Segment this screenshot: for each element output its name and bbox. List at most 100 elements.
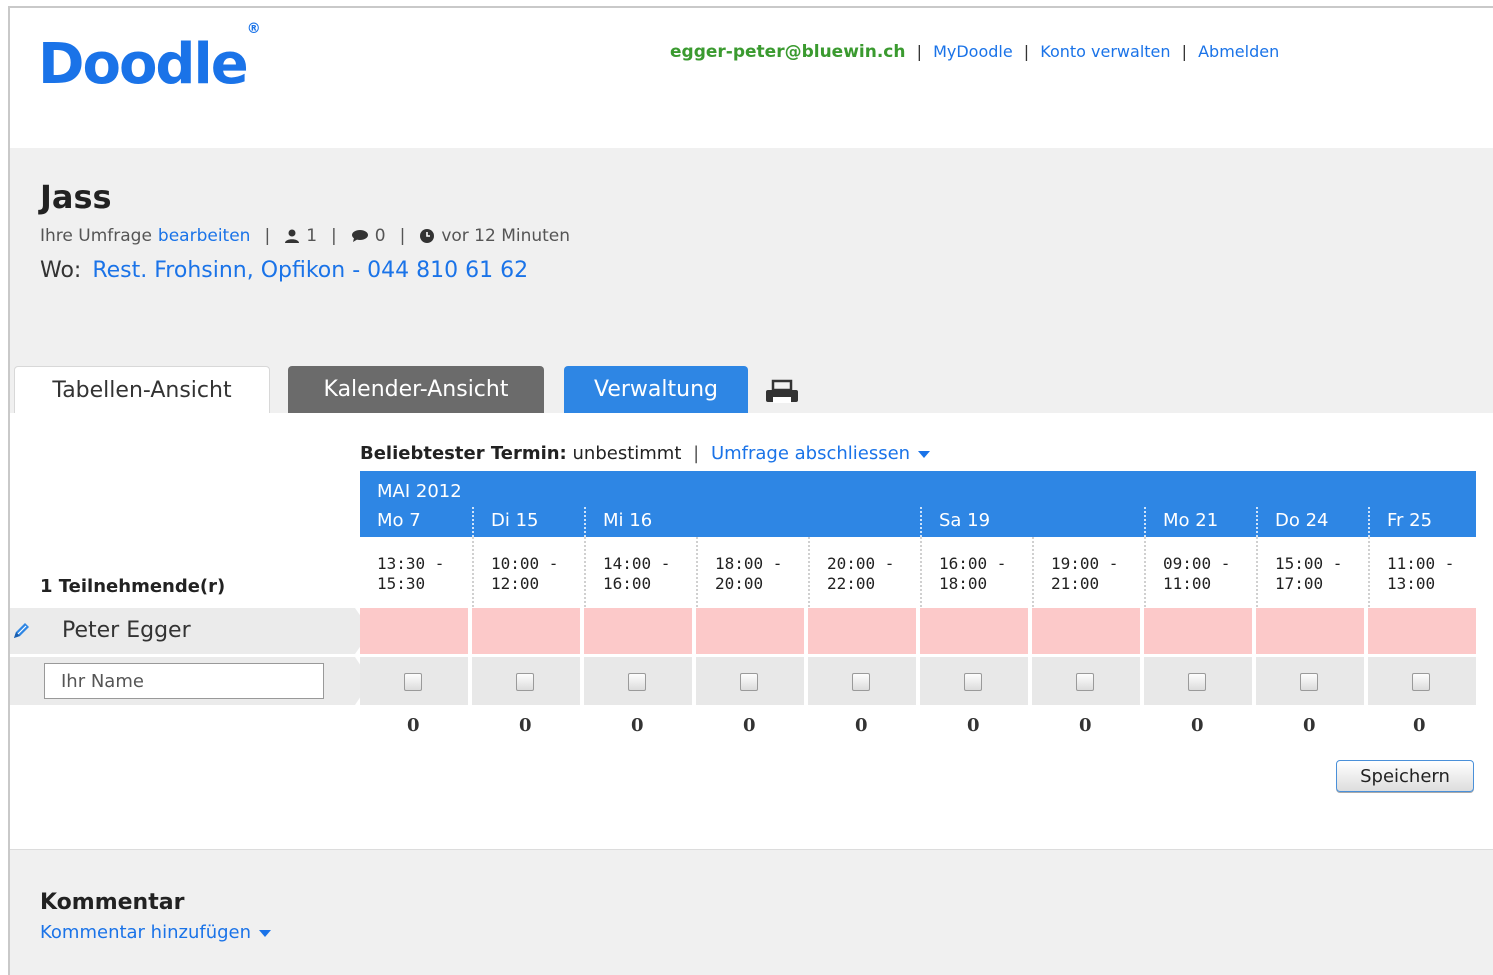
slot-start: 20:00 - <box>827 554 895 573</box>
month-header: MAI 2012 Mo 7 Di 15 Mi 16 Sa 19 Mo 21 Do… <box>360 471 1476 537</box>
vote-count: 0 <box>855 715 868 736</box>
doodle-logo[interactable]: Doodle® <box>38 21 261 97</box>
slot-start: 09:00 - <box>1163 554 1231 573</box>
edit-poll-link[interactable]: bearbeiten <box>158 226 251 246</box>
comments-section: Kommentar Kommentar hinzufügen <box>10 849 1493 975</box>
vote-option-cell <box>696 657 804 705</box>
vote-option-cell <box>360 657 468 705</box>
day-headers: Mo 7 Di 15 Mi 16 Sa 19 Mo 21 Do 24 Fr 25 <box>360 507 1476 537</box>
chevron-down-icon[interactable] <box>918 450 931 458</box>
add-comment-link[interactable]: Kommentar hinzufügen <box>40 922 272 943</box>
name-input[interactable] <box>44 663 324 699</box>
vote-count: 0 <box>407 715 420 736</box>
vote-count: 0 <box>1303 715 1316 736</box>
chevron-down-icon <box>259 929 272 937</box>
month-label: MAI 2012 <box>377 481 462 502</box>
poll-info: Jass Ihre Umfrage bearbeiten | 1 | 0 | v… <box>10 148 1493 414</box>
vote-checkbox[interactable] <box>516 673 534 691</box>
time-slot: 10:00 -12:00 <box>472 537 584 607</box>
tab-table-view[interactable]: Tabellen-Ansicht <box>14 366 270 414</box>
poll-location: Wo: Rest. Frohsinn, Opfikon - 044 810 61… <box>40 258 528 283</box>
slot-start: 15:00 - <box>1275 554 1343 573</box>
clock-icon <box>420 229 435 243</box>
logo-registered-mark: ® <box>246 21 261 38</box>
vote-checkbox[interactable] <box>628 673 646 691</box>
vote-cell-no <box>1032 608 1140 654</box>
slot-end: 15:30 <box>377 574 426 593</box>
print-icon[interactable] <box>764 378 800 406</box>
day-header: Di 15 <box>472 507 584 537</box>
slot-end: 21:00 <box>1051 574 1100 593</box>
vote-checkbox[interactable] <box>852 673 870 691</box>
slot-end: 11:00 <box>1163 574 1212 593</box>
top-navigation: egger-peter@bluewin.ch | MyDoodle | Kont… <box>670 42 1279 62</box>
slot-end: 18:00 <box>939 574 988 593</box>
vote-count: 0 <box>967 715 980 736</box>
vote-cell-no <box>1256 608 1364 654</box>
vote-cell-no <box>584 608 692 654</box>
poll-grid: MAI 2012 Mo 7 Di 15 Mi 16 Sa 19 Mo 21 Do… <box>360 471 1476 607</box>
time-slot: 20:00 -22:00 <box>808 537 920 607</box>
nav-separator: | <box>1181 42 1188 61</box>
time-slots: 13:30 -15:30 10:00 -12:00 14:00 -16:00 1… <box>360 537 1476 607</box>
tab-administration[interactable]: Verwaltung <box>564 366 748 413</box>
add-comment-label: Kommentar hinzufügen <box>40 922 252 943</box>
vote-count: 0 <box>743 715 756 736</box>
slot-end: 22:00 <box>827 574 876 593</box>
pencil-icon[interactable] <box>10 620 32 642</box>
best-separator: | <box>693 443 700 464</box>
participants-count: 1 <box>306 226 318 246</box>
poll-title: Jass <box>40 178 112 216</box>
vote-cell-no <box>472 608 580 654</box>
time-ago: vor 12 Minuten <box>441 226 571 246</box>
user-email: egger-peter@bluewin.ch <box>670 42 906 62</box>
vote-cell-no <box>808 608 916 654</box>
meta-separator: | <box>399 226 406 246</box>
meta-separator: | <box>331 226 337 246</box>
header: Doodle® egger-peter@bluewin.ch | MyDoodl… <box>10 8 1493 148</box>
vote-option-cell <box>920 657 1028 705</box>
logout-link[interactable]: Abmelden <box>1198 42 1279 61</box>
location-link[interactable]: Rest. Frohsinn, Opfikon - 044 810 61 62 <box>92 258 528 283</box>
participant-name: Peter Egger <box>62 618 191 643</box>
slot-end: 13:00 <box>1387 574 1436 593</box>
vote-cell-no <box>360 608 468 654</box>
poll-meta: Ihre Umfrage bearbeiten | 1 | 0 | vor 12… <box>40 226 570 246</box>
slot-start: 16:00 - <box>939 554 1007 573</box>
vote-checkbox[interactable] <box>740 673 758 691</box>
vote-cell-no <box>1144 608 1252 654</box>
slot-end: 17:00 <box>1275 574 1324 593</box>
participant-row: Peter Egger <box>10 608 1493 654</box>
vote-count: 0 <box>631 715 644 736</box>
vote-checkbox[interactable] <box>1300 673 1318 691</box>
tab-calendar-view[interactable]: Kalender-Ansicht <box>288 366 544 413</box>
new-participant-row <box>10 657 1493 705</box>
slot-start: 11:00 - <box>1387 554 1455 573</box>
time-slot: 16:00 -18:00 <box>920 537 1032 607</box>
vote-checkbox[interactable] <box>1188 673 1206 691</box>
comment-icon <box>351 230 368 242</box>
vote-checkbox[interactable] <box>404 673 422 691</box>
meta-prefix: Ihre Umfrage <box>40 226 152 246</box>
manage-account-link[interactable]: Konto verwalten <box>1040 42 1170 61</box>
close-poll-link[interactable]: Umfrage abschliessen <box>711 443 910 464</box>
vote-checkbox[interactable] <box>1412 673 1430 691</box>
vote-checkbox[interactable] <box>1076 673 1094 691</box>
day-header: Mo 7 <box>377 510 421 531</box>
mydoodle-link[interactable]: MyDoodle <box>933 42 1013 61</box>
comments-title: Kommentar <box>40 890 185 915</box>
day-header: Fr 25 <box>1368 507 1476 537</box>
nav-separator: | <box>1023 42 1030 61</box>
vote-count: 0 <box>519 715 532 736</box>
vote-count: 0 <box>1413 715 1426 736</box>
save-button[interactable]: Speichern <box>1336 760 1474 792</box>
day-header: Sa 19 <box>920 507 1144 537</box>
time-slot: 15:00 -17:00 <box>1256 537 1368 607</box>
vote-option-cell <box>584 657 692 705</box>
time-slot: 11:00 -13:00 <box>1368 537 1476 607</box>
time-slot: 14:00 -16:00 <box>584 537 696 607</box>
vote-option-cell <box>1256 657 1364 705</box>
vote-option-cell <box>472 657 580 705</box>
vote-checkbox[interactable] <box>964 673 982 691</box>
day-header: Mo 21 <box>1144 507 1256 537</box>
